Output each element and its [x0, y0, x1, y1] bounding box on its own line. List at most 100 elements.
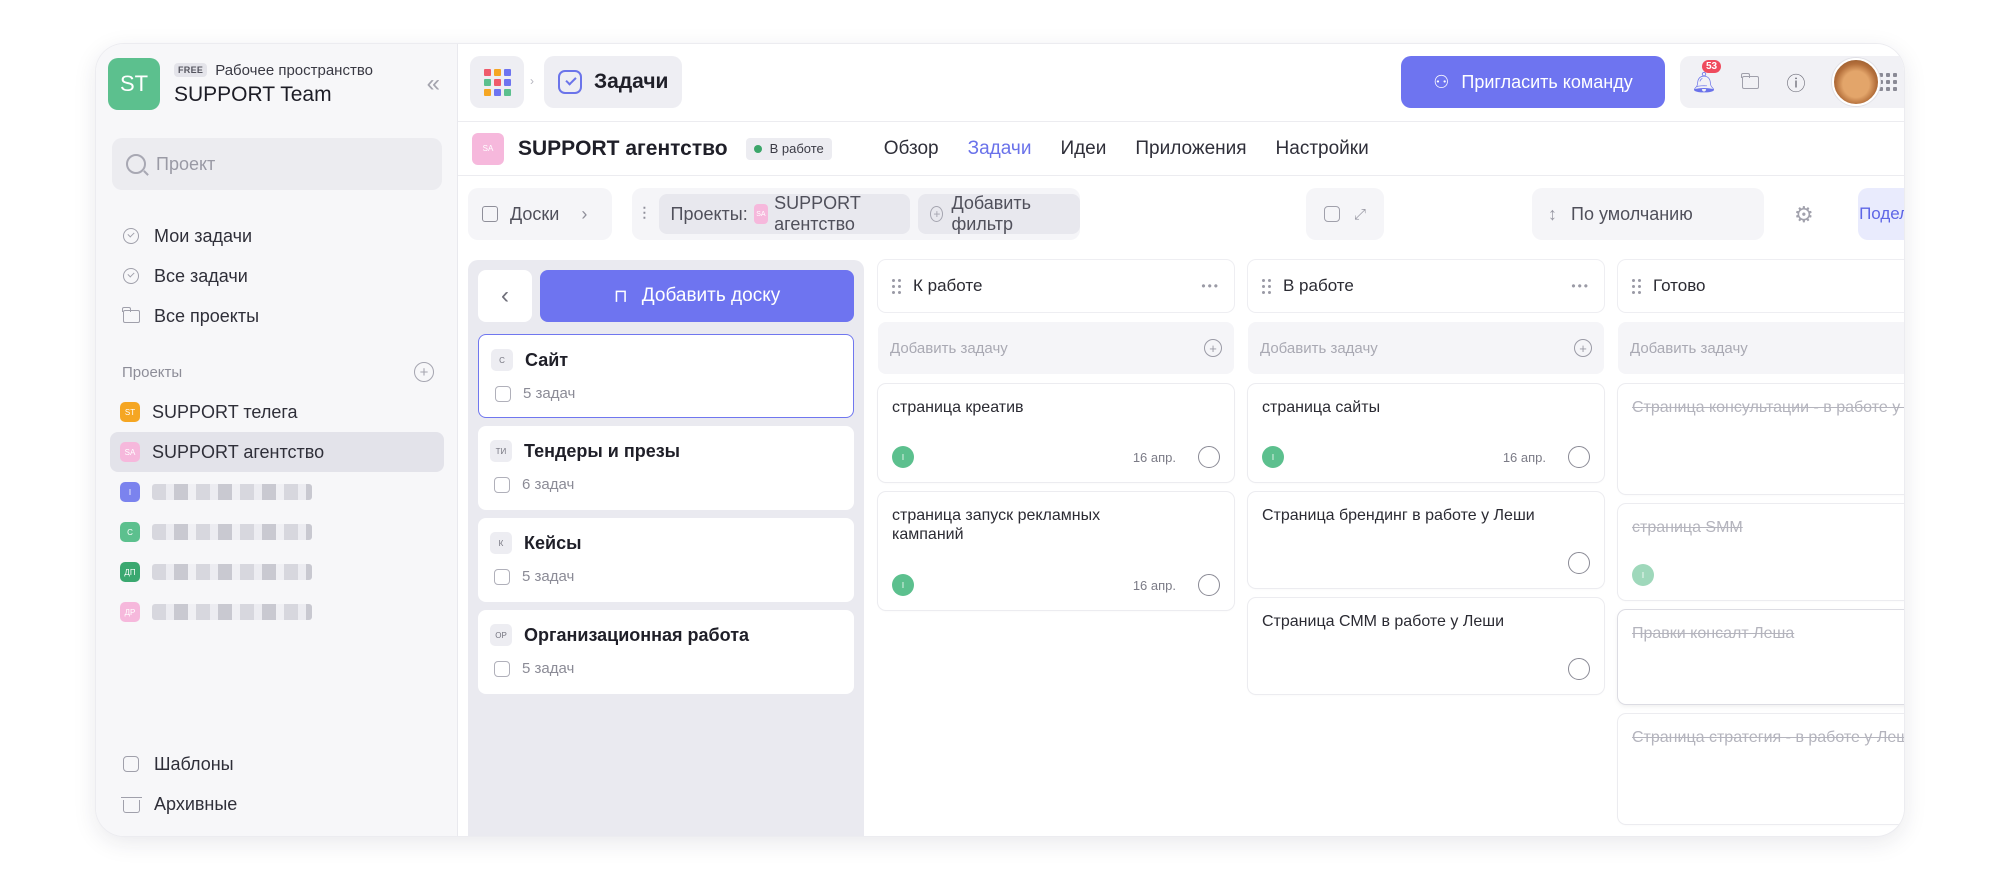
project-status-badge[interactable]: В работе — [745, 137, 832, 160]
sidebar-item-archive[interactable]: Архивные — [120, 784, 238, 824]
assignee-avatar[interactable]: I — [1262, 446, 1284, 468]
add-project-icon[interactable]: + — [414, 362, 434, 382]
share-button[interactable]: Поделиться — [1858, 188, 1904, 240]
task-card[interactable]: страница сайты I 16 апр. — [1248, 384, 1604, 482]
view-actions: ⤢ — [1306, 188, 1384, 240]
add-task-placeholder: Добавить задачу — [1630, 339, 1748, 357]
sidebar-item-templates[interactable]: Шаблоны — [122, 744, 237, 784]
save-view-icon[interactable] — [1323, 206, 1340, 222]
complete-task-checkbox[interactable] — [1568, 446, 1590, 468]
search-icon — [126, 154, 146, 174]
tab-settings[interactable]: Настройки — [1276, 138, 1369, 160]
project-title: SUPPORT агентство — [518, 136, 728, 160]
board-name: Тендеры и презы — [524, 440, 681, 461]
board-item-site[interactable]: С Сайт 5 задач — [478, 334, 854, 418]
assignee-avatar[interactable]: I — [1632, 564, 1654, 586]
check-circle-icon — [123, 228, 139, 244]
task-title: страница сайты — [1262, 399, 1381, 416]
sidebar-project-hidden[interactable]: I — [110, 472, 444, 512]
assignee-avatar[interactable]: I — [892, 574, 914, 596]
tab-ideas[interactable]: Идеи — [1060, 138, 1106, 160]
projects-section-header: Проекты + — [122, 362, 434, 382]
add-task-input[interactable]: Добавить задачу + — [1248, 322, 1604, 374]
workspace-switcher[interactable]: ST FREE Рабочее пространство SUPPORT Tea… — [108, 56, 446, 112]
drag-handle-icon[interactable] — [1262, 278, 1271, 294]
workspace-name: SUPPORT Team — [174, 82, 332, 106]
sidebar-project-support-telega[interactable]: ST SUPPORT телега — [110, 392, 444, 432]
task-card-completed[interactable]: Правки консалт Леша — [1618, 610, 1904, 704]
complete-task-checkbox[interactable] — [1568, 552, 1590, 574]
tasks-module-tab[interactable]: Задачи — [544, 56, 683, 108]
sidebar-item-label: Архивные — [154, 793, 238, 814]
board-item-cases[interactable]: К Кейсы 5 задач — [478, 518, 854, 602]
task-card-completed[interactable]: страница SMM I 14 — [1618, 504, 1904, 600]
drag-handle-icon[interactable] — [892, 278, 901, 294]
filter-prefix: Проекты: — [670, 203, 748, 224]
project-badge: ДП — [120, 562, 140, 582]
sidebar-project-hidden[interactable]: C — [110, 512, 444, 552]
project-badge: ДР — [120, 602, 140, 622]
task-count-icon — [494, 660, 510, 677]
task-title: страница запуск рекламных кампаний — [892, 507, 1101, 543]
complete-task-checkbox[interactable] — [1198, 446, 1220, 468]
invite-team-button[interactable]: ⚇ Пригласить команду — [1401, 56, 1665, 108]
tab-apps[interactable]: Приложения — [1135, 138, 1246, 160]
notifications-bell-icon[interactable]: 🔔︎ 53 — [1691, 60, 1722, 94]
sidebar-item-my-tasks[interactable]: Мои задачи — [122, 216, 259, 256]
task-card-completed[interactable]: Страница консультации - в работе у Леши — [1618, 384, 1904, 494]
board-item-tenders[interactable]: ТИ Тендеры и презы 6 задач — [478, 426, 854, 510]
project-search-input[interactable]: Проект — [112, 138, 442, 190]
user-avatar[interactable] — [1832, 58, 1880, 106]
complete-task-checkbox[interactable] — [1198, 574, 1220, 596]
task-card[interactable]: страница запуск рекламных кампаний I 16 … — [878, 492, 1234, 610]
add-task-icon[interactable]: + — [1204, 339, 1222, 357]
sidebar-project-hidden[interactable]: ДР — [110, 592, 444, 632]
project-filter-chip[interactable]: Проекты: SA SUPPORT агентство — [658, 193, 911, 234]
sort-dropdown[interactable]: ↕ По умолчанию — [1532, 188, 1764, 240]
sidebar-project-hidden[interactable]: ДП — [110, 552, 444, 592]
view-switcher[interactable]: Доски › — [468, 188, 612, 240]
add-task-placeholder: Добавить задачу — [890, 339, 1008, 357]
board-item-organizational[interactable]: ОР Организационная работа 5 задач — [478, 610, 854, 694]
sidebar-item-all-projects[interactable]: Все проекты — [122, 296, 259, 336]
add-task-input[interactable]: Добавить задачу — [1618, 322, 1904, 374]
board-toolbar: Доски › ⫶ Проекты: SA SUPPORT агентство … — [458, 176, 1904, 250]
more-options-icon[interactable]: ••• — [1571, 279, 1590, 293]
add-task-input[interactable]: Добавить задачу + — [878, 322, 1234, 374]
sidebar-nav: Мои задачи Все задачи Все проекты — [122, 216, 259, 336]
more-options-icon[interactable]: ••• — [1201, 279, 1220, 293]
project-label: SUPPORT агентство — [152, 441, 325, 462]
add-board-button[interactable]: ⊓ Добавить доску — [540, 270, 854, 322]
tab-tasks[interactable]: Задачи — [968, 138, 1032, 160]
task-card[interactable]: Страница брендинг в работе у Леши — [1248, 492, 1604, 588]
column-header[interactable]: К работе ••• — [878, 260, 1234, 312]
tasks-module-label: Задачи — [594, 70, 669, 93]
expand-icon[interactable]: ⤢ — [1354, 206, 1366, 223]
sidebar-project-support-agency[interactable]: SA SUPPORT агентство — [110, 432, 444, 472]
settings-gear-icon[interactable]: ⚙ — [1794, 202, 1814, 228]
folder-icon[interactable] — [1738, 70, 1762, 94]
task-card[interactable]: Страница СММ в работе у Леши — [1248, 598, 1604, 694]
tab-overview[interactable]: Обзор — [884, 138, 939, 160]
add-filter-button[interactable]: + Добавить фильтр — [918, 193, 1080, 234]
drag-handle-icon[interactable] — [1632, 278, 1641, 294]
apps-menu-button[interactable] — [470, 56, 524, 108]
complete-task-checkbox[interactable] — [1568, 658, 1590, 680]
task-title: страница креатив — [892, 399, 1024, 416]
kanban-column-todo: К работе ••• Добавить задачу + страница … — [878, 260, 1234, 610]
task-card-completed[interactable]: Страница стратегия - в работе у Леши — [1618, 714, 1904, 824]
back-button[interactable]: ‹ — [478, 270, 532, 322]
sidebar-item-all-tasks[interactable]: Все задачи — [122, 256, 259, 296]
add-task-icon[interactable]: + — [1574, 339, 1592, 357]
collapse-sidebar-icon[interactable]: « — [427, 70, 440, 98]
task-card[interactable]: страница креатив I 16 апр. — [878, 384, 1234, 482]
project-header: SA SUPPORT агентство В работе Обзор Зада… — [458, 122, 1904, 176]
column-header[interactable]: В работе ••• — [1248, 260, 1604, 312]
filter-sliders-icon[interactable]: ⫶ — [642, 204, 647, 225]
column-header[interactable]: Готово — [1618, 260, 1904, 312]
workspace-label: Рабочее пространство — [215, 61, 373, 79]
board-badge: К — [490, 532, 512, 554]
assignee-avatar[interactable]: I — [892, 446, 914, 468]
tasks-check-icon — [558, 70, 582, 94]
help-icon[interactable]: ⓘ — [1784, 70, 1808, 95]
